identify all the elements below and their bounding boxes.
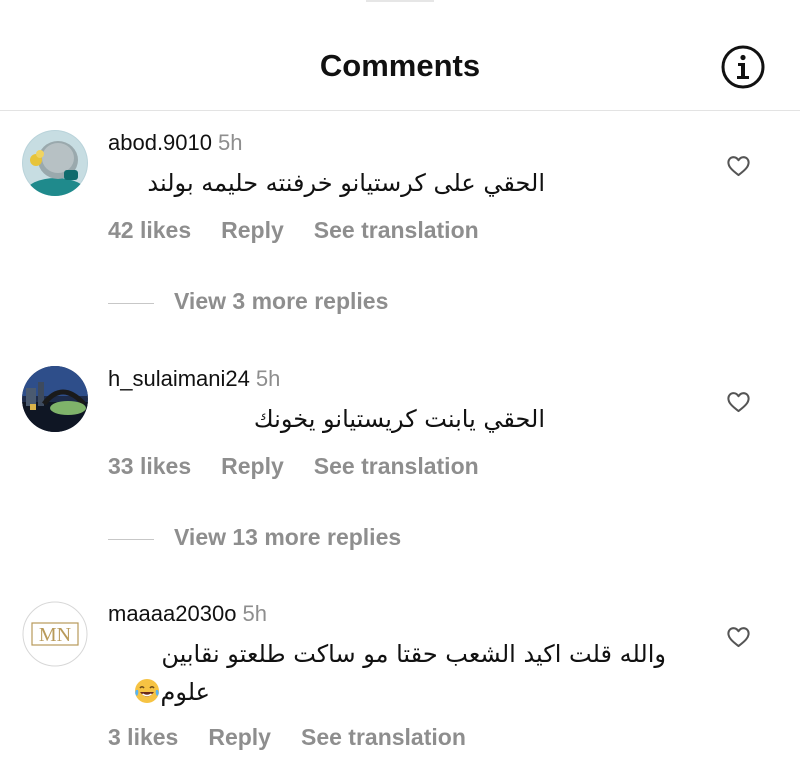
likes-count[interactable]: 3 likes [108, 724, 178, 750]
see-translation-button[interactable]: See translation [301, 724, 466, 750]
replies-divider-line [108, 539, 154, 540]
page-title: Comments [319, 48, 481, 83]
info-icon[interactable] [720, 44, 766, 90]
reply-button[interactable]: Reply [221, 217, 284, 243]
avatar[interactable] [22, 366, 88, 432]
comment-text-line: والله قلت اكيد الشعب حقتا مو ساكت طلعتو … [161, 640, 666, 668]
comment-text: الحقي على كرستيانو خرفنته حليمه بولند [147, 169, 545, 197]
svg-text:MN: MN [39, 624, 71, 646]
mn-logo-avatar: MN [22, 601, 88, 667]
comments-header: Comments [0, 0, 800, 111]
timestamp: 5h [255, 366, 281, 391]
comment-header: h_sulaimani24 5h [108, 366, 280, 392]
heart-outline-icon[interactable] [725, 152, 752, 179]
replies-divider-line [108, 303, 154, 304]
face-with-tears-of-joy-emoji [135, 679, 160, 703]
comment-actions: 3 likes Reply See translation [108, 724, 496, 751]
reply-button[interactable]: Reply [208, 724, 271, 750]
comment-item: h_sulaimani24 5h الحقي يابنت كريستيانو يخ… [0, 366, 800, 556]
comment-header: abod.9010 5h [108, 130, 242, 156]
heart-outline-icon[interactable] [725, 623, 752, 650]
avatar[interactable]: MN [22, 601, 88, 667]
username[interactable]: h_sulaimani24 [108, 366, 250, 391]
see-translation-button[interactable]: See translation [314, 453, 479, 479]
comment-actions: 33 likes Reply See translation [108, 453, 509, 480]
view-replies-label: View 3 more replies [174, 288, 389, 314]
view-replies-button[interactable]: View 3 more replies [108, 288, 508, 318]
avatar[interactable] [22, 130, 88, 196]
comment-text-line-2: علوم [134, 673, 666, 711]
timestamp: 5h [218, 130, 243, 155]
comment-header: maaaa2030o 5h [108, 601, 267, 627]
likes-count[interactable]: 42 likes [108, 217, 191, 243]
comment-text: الحقي يابنت كريستيانو يخونك [253, 405, 545, 433]
likes-count[interactable]: 33 likes [108, 453, 191, 479]
see-translation-button[interactable]: See translation [314, 217, 479, 243]
username[interactable]: abod.9010 [108, 130, 212, 155]
comment-text: والله قلت اكيد الشعب حقتا مو ساكت طلعتو … [134, 635, 666, 711]
reply-button[interactable]: Reply [221, 453, 284, 479]
view-replies-button[interactable]: View 13 more replies [108, 524, 508, 554]
timestamp: 5h [242, 601, 267, 626]
username[interactable]: maaaa2030o [108, 601, 236, 626]
comment-item: MN maaaa2030o 5h والله قلت اكيد الشعب حقت… [0, 601, 800, 771]
view-replies-label: View 13 more replies [174, 524, 402, 550]
comment-text-word: علوم [160, 678, 210, 706]
heart-outline-icon[interactable] [725, 388, 752, 415]
comment-actions: 42 likes Reply See translation [108, 217, 509, 244]
comment-item: abod.9010 5h الحقي على كرستيانو خرفنته حل… [0, 130, 800, 320]
